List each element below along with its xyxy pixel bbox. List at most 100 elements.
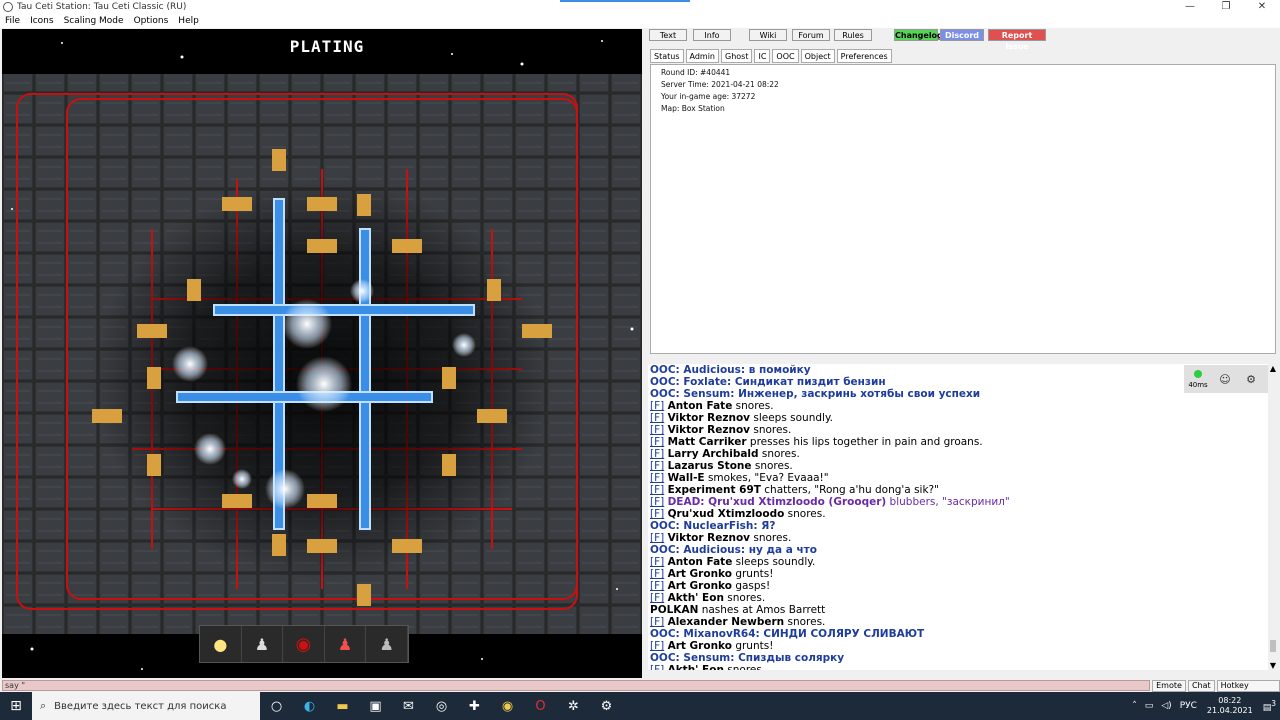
speaker-name: Larry Archibald — [667, 448, 759, 460]
menu-icons[interactable]: Icons — [30, 16, 54, 26]
follow-link[interactable]: [F] — [650, 472, 664, 484]
minimize-button[interactable]: — — [1172, 0, 1208, 14]
store-icon[interactable]: ▣ — [359, 699, 392, 714]
emote-button[interactable]: Emote — [1152, 680, 1186, 692]
cortana-icon[interactable]: ○ — [260, 699, 293, 714]
follow-link[interactable]: [F] — [650, 592, 664, 604]
follow-link[interactable]: [F] — [650, 484, 664, 496]
menu-file[interactable]: File — [5, 16, 20, 26]
follow-link[interactable]: [F] — [650, 568, 664, 580]
chat-message: [F] DEAD: Qru'xud Xtimzloodo (Grooqer) b… — [648, 496, 1268, 508]
follow-link[interactable]: [F] — [650, 664, 664, 670]
follow-link[interactable]: [F] — [650, 400, 664, 412]
follow-link[interactable]: [F] — [650, 436, 664, 448]
speaker-name: Anton Fate — [667, 556, 733, 568]
follow-link[interactable]: [F] — [650, 640, 664, 652]
follow-link[interactable]: [F] — [650, 412, 664, 424]
follow-link[interactable]: [F] — [650, 532, 664, 544]
app-icon — [3, 2, 13, 12]
speaker-name: Experiment 69T — [667, 484, 761, 496]
tab-status[interactable]: Status — [650, 49, 684, 63]
forum-button[interactable]: Forum — [792, 29, 830, 41]
chat-message: [F] Anton Fate snores. — [648, 400, 1268, 412]
emoji-icon[interactable]: ☺ — [1212, 373, 1238, 386]
hotbar-slot-4[interactable]: ♟ — [325, 626, 367, 662]
hotbar-slot-3[interactable]: ◉ — [283, 626, 325, 662]
scroll-up-icon[interactable]: ▲ — [1268, 364, 1278, 373]
station-map[interactable] — [2, 29, 642, 678]
chat-scrollbar[interactable]: ▲ ▼ — [1268, 364, 1278, 670]
edge-icon[interactable]: ◐ — [293, 699, 326, 714]
hotbar-slot-2[interactable]: ♟ — [242, 626, 284, 662]
follow-link[interactable]: [F] — [650, 424, 664, 436]
chat-message: OOC: NuclearFish: Я? — [648, 520, 1268, 532]
rules-button[interactable]: Rules — [834, 29, 872, 41]
follow-link[interactable]: [F] — [650, 616, 664, 628]
window-titlebar[interactable]: Tau Ceti Station: Tau Ceti Classic (RU) … — [0, 0, 1280, 14]
taskbar-search[interactable]: ⌕ Введите здесь текст для поиска — [32, 692, 260, 720]
clown-icon: ♟ — [337, 634, 353, 654]
changelog-button[interactable]: Changelog — [894, 29, 943, 41]
byond-icon[interactable]: ✲ — [557, 699, 590, 714]
windows-start-icon[interactable]: ⊞ — [0, 698, 32, 714]
maximize-button[interactable]: ❐ — [1208, 0, 1244, 14]
wiki-button[interactable]: Wiki — [749, 29, 787, 41]
chat-message: [F] Art Gronko grunts! — [648, 568, 1268, 580]
app-gear-icon[interactable]: ⚙ — [590, 699, 623, 714]
follow-link[interactable]: [F] — [650, 556, 664, 568]
report-issue-button[interactable]: Report Issue — [988, 29, 1046, 51]
follow-link[interactable]: [F] — [650, 448, 664, 460]
chat-message: [F] Wall-E smokes, "Eva? Evaaa!" — [648, 472, 1268, 484]
discord-button[interactable]: Discord — [940, 29, 984, 41]
speaker-name: Viktor Reznov — [667, 532, 751, 544]
clock[interactable]: 08:22 21.04.2021 — [1207, 696, 1253, 716]
tab-object[interactable]: Object — [800, 49, 835, 63]
hotkey-toggle-button[interactable]: Hotkey Toggle — [1216, 680, 1280, 700]
vortex-icon: ◉ — [295, 633, 312, 655]
tab-ghost[interactable]: Ghost — [721, 49, 753, 63]
steam-icon[interactable]: ◎ — [425, 699, 458, 714]
gamepad-icon[interactable]: ✚ — [458, 699, 491, 714]
notification-icon[interactable]: ▤3 — [1263, 699, 1276, 713]
clock-time: 08:22 — [1218, 696, 1242, 705]
tray-chevron-icon[interactable]: ˄ — [1132, 701, 1137, 711]
hotbar-slot-1[interactable]: ● — [200, 626, 242, 662]
tab-admin[interactable]: Admin — [685, 49, 719, 63]
chat-message: [F] Art Gronko gasps! — [648, 580, 1268, 592]
chat-log[interactable]: OOC: Audicious: в помойку OOC: Foxlate: С… — [648, 364, 1268, 670]
message-text: smokes, "Eva? Evaaa!" — [707, 472, 829, 484]
opera-icon[interactable]: O — [524, 699, 557, 714]
menu-help[interactable]: Help — [178, 16, 199, 26]
message-text: snores. — [753, 424, 792, 436]
menu-bar: File Icons Scaling Mode Options Help — [0, 14, 1280, 28]
info-button[interactable]: Info — [693, 29, 731, 41]
menu-scaling-mode[interactable]: Scaling Mode — [64, 16, 124, 26]
explorer-icon[interactable]: ▬ — [326, 699, 359, 714]
scroll-down-icon[interactable]: ▼ — [1268, 661, 1278, 670]
gear-icon[interactable]: ⚙ — [1238, 373, 1264, 386]
chrome-icon[interactable]: ◉ — [491, 699, 524, 714]
chat-button[interactable]: Chat — [1187, 680, 1215, 692]
windows-taskbar: ⊞ ⌕ Введите здесь текст для поиска ○ ◐ ▬… — [0, 692, 1280, 720]
chat-tools: 40ms ☺ ⚙ — [1184, 365, 1268, 393]
tab-preferences[interactable]: Preferences — [836, 49, 892, 63]
close-button[interactable]: ✕ — [1244, 0, 1280, 14]
follow-link[interactable]: [F] — [650, 580, 664, 592]
command-input[interactable]: say " — [2, 680, 1151, 691]
network-icon[interactable]: ▭ — [1145, 701, 1154, 711]
tab-ic[interactable]: IC — [754, 49, 771, 63]
volume-icon[interactable]: ◁) — [1161, 701, 1171, 711]
follow-link[interactable]: [F] — [650, 460, 664, 472]
hotbar-slot-5[interactable]: ♟ — [366, 626, 408, 662]
follow-link[interactable]: [F] — [650, 508, 664, 520]
chat-message: [F] Viktor Reznov sleeps soundly. — [648, 412, 1268, 424]
menu-options[interactable]: Options — [134, 16, 169, 26]
chat-message: [F] Akth' Eon snores. — [648, 664, 1268, 670]
language-indicator[interactable]: РУС — [1180, 701, 1197, 711]
follow-link[interactable]: [F] — [650, 496, 664, 508]
mail-icon[interactable]: ✉ — [392, 699, 425, 714]
scroll-thumb[interactable] — [1270, 640, 1276, 652]
tab-ooc[interactable]: OOC — [772, 49, 799, 63]
game-viewport[interactable]: PLATING ● ♟ ◉ ♟ ♟ — [2, 29, 642, 678]
text-button[interactable]: Text — [649, 29, 687, 41]
